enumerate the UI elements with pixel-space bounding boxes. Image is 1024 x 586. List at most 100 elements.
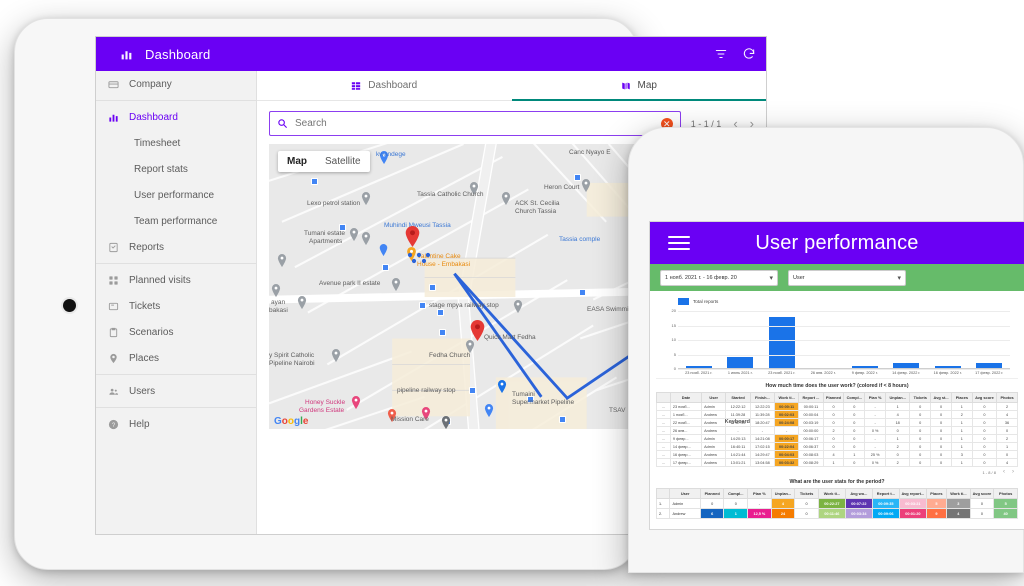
summary-table-header-cell[interactable]: Planned xyxy=(699,488,725,499)
summary-table-header-cell[interactable]: Plan % xyxy=(747,488,772,499)
map-poi-pin[interactable] xyxy=(379,244,388,256)
sidebar-item-team-performance[interactable]: Team performance xyxy=(96,208,256,234)
summary-table-header-cell[interactable]: Avg wo... xyxy=(844,488,873,499)
detail-table-header-cell[interactable]: Work ti... xyxy=(773,392,800,403)
detail-table-header-cell[interactable]: Avg score xyxy=(971,392,998,403)
summary-table-header-cell[interactable]: Unplan... xyxy=(770,488,796,499)
map-poi-pin[interactable] xyxy=(297,296,307,309)
table-row[interactable]: ... 22 нояб... Andrew 17:57:39 18:20:47 00:24… xyxy=(656,418,1018,427)
map-poi-pin[interactable] xyxy=(484,404,494,417)
sidebar-item-company[interactable]: Company xyxy=(96,71,256,97)
map-poi-pin[interactable] xyxy=(581,179,591,192)
detail-table-header-cell[interactable]: Avg st... xyxy=(930,392,952,403)
summary-table-header-cell[interactable]: User xyxy=(669,488,701,499)
table-row[interactable]: ... 9 февр... Admin 14:20:13 14:21:08 00:00:1… xyxy=(656,434,1018,443)
tab-dashboard[interactable]: Dashboard xyxy=(257,71,512,100)
detail-table-header-cell[interactable]: Tickets xyxy=(909,392,932,403)
map-poi-pin[interactable] xyxy=(331,349,341,362)
map-poi-pin[interactable] xyxy=(513,300,523,313)
detail-table-header-cell[interactable]: Photos xyxy=(996,392,1018,403)
detail-table-header-cell[interactable]: Compl... xyxy=(843,392,866,403)
map-transit-icon[interactable] xyxy=(419,302,426,309)
map-transit-icon[interactable] xyxy=(437,309,444,316)
summary-table-header-cell[interactable] xyxy=(655,488,671,499)
map-transit-icon[interactable] xyxy=(559,416,566,423)
map-transit-icon[interactable] xyxy=(429,284,436,291)
detail-table-header-cell[interactable]: User xyxy=(701,392,727,403)
search-box[interactable]: ✕ xyxy=(269,111,681,136)
sidebar-item-dashboard[interactable]: Dashboard xyxy=(96,104,256,130)
map-poi-pin[interactable] xyxy=(501,192,511,205)
table-cell: 00:07:22 xyxy=(844,498,873,509)
summary-table-header-cell[interactable]: Places xyxy=(925,488,948,499)
map-transit-icon[interactable] xyxy=(382,264,389,271)
detail-table-header-cell[interactable]: Unplan... xyxy=(885,392,911,403)
chevron-left-icon[interactable]: ‹ xyxy=(1003,469,1005,475)
sidebar-item-help[interactable]: ? Help xyxy=(96,411,256,437)
sidebar-item-timesheet[interactable]: Timesheet xyxy=(96,130,256,156)
detail-table-header-cell[interactable]: Report ... xyxy=(798,392,824,403)
table-row[interactable]: ... 17 февр... Andrew 13:01:21 13:04:58 00:03… xyxy=(656,458,1018,467)
summary-table-header-cell[interactable]: Compl... xyxy=(723,488,749,499)
detail-table-header-cell[interactable]: Started xyxy=(725,392,751,403)
detail-table-header-cell[interactable] xyxy=(656,392,671,403)
table-row[interactable]: 2. Andrew 6 1 12,5 % 24 0 00:11:46 00:03:34 00:09… xyxy=(655,508,1018,519)
map-transit-icon[interactable] xyxy=(469,387,476,394)
map-poi-pin[interactable] xyxy=(361,192,371,205)
detail-table-header-cell[interactable]: Plan % xyxy=(864,392,887,403)
table-row[interactable]: ... 16 февр... Andrew 14:21:44 14:29:47 00:04… xyxy=(656,450,1018,459)
table-row[interactable]: 1. Admin 0 0-4 0 00:22:27 00:07:22 00:09:35 00:0… xyxy=(655,498,1018,509)
tab-map[interactable]: Map xyxy=(511,71,767,101)
table-row[interactable]: ... 26 янв... Andrew - - -00:00:00 2 0 0 % 0 0 0 1 0 0 xyxy=(656,426,1018,435)
table-cell: 14:29:47 xyxy=(749,450,776,459)
map-type-satellite[interactable]: Satellite xyxy=(316,151,370,172)
sidebar-item-user-performance[interactable]: User performance xyxy=(96,182,256,208)
map-poi-pin[interactable] xyxy=(277,254,287,267)
map-type-map[interactable]: Map xyxy=(278,151,316,172)
chevron-right-icon[interactable]: › xyxy=(1012,469,1014,475)
sidebar-item-places[interactable]: Places xyxy=(96,345,256,371)
map-transit-icon[interactable] xyxy=(311,178,318,185)
summary-table-header-cell[interactable]: Work ti... xyxy=(817,488,846,499)
map-transit-icon[interactable] xyxy=(579,289,586,296)
sidebar-item-tickets[interactable]: Tickets xyxy=(96,293,256,319)
users-icon xyxy=(107,385,119,397)
map-poi-pin[interactable] xyxy=(351,396,361,409)
map-transit-icon[interactable] xyxy=(574,174,581,181)
table-row[interactable]: ... 14 февр... Admin 16:40:11 17:02:15 00:22:… xyxy=(656,442,1018,451)
map-poi-pin[interactable] xyxy=(441,416,451,429)
sidebar-item-report-stats[interactable]: Report stats xyxy=(96,156,256,182)
sidebar-item-reports[interactable]: Reports xyxy=(96,234,256,260)
map-poi-pin[interactable] xyxy=(271,284,281,297)
map-poi-pin[interactable] xyxy=(497,380,507,393)
summary-table-header-cell[interactable]: Report t... xyxy=(871,488,900,499)
tablet-home-button[interactable] xyxy=(63,299,76,312)
summary-table-header-cell[interactable]: Avg report... xyxy=(898,488,927,499)
map-transit-icon[interactable] xyxy=(439,329,446,336)
table-row[interactable]: ... 23 нояб... Admin 12:22:12 12:22:23 00:00:… xyxy=(656,402,1018,411)
map-marker-primary[interactable] xyxy=(405,226,420,247)
detail-table-header-cell[interactable]: Planned xyxy=(822,392,845,403)
filter-icon[interactable] xyxy=(714,47,728,61)
summary-table-header-cell[interactable]: Photos xyxy=(993,488,1018,499)
table-row[interactable]: ... 1 нояб... Andrew 11:39:28 11:39:28 00:02:… xyxy=(656,410,1018,419)
sidebar-item-planned-visits[interactable]: Planned visits xyxy=(96,267,256,293)
map-poi-pin[interactable] xyxy=(361,232,371,245)
summary-table-header-cell[interactable]: Work ti... xyxy=(946,488,971,499)
sidebar-item-scenarios[interactable]: Scenarios xyxy=(96,319,256,345)
sidebar-item-users[interactable]: Users xyxy=(96,378,256,404)
map-type-control[interactable]: Map Satellite xyxy=(278,151,370,172)
detail-table-header-cell[interactable]: Date xyxy=(669,392,703,403)
map-poi-pin[interactable] xyxy=(349,228,359,241)
summary-table-header-cell[interactable]: Tickets xyxy=(794,488,819,499)
summary-table-header-cell[interactable]: Avg score xyxy=(969,488,995,499)
detail-table-header-cell[interactable]: Places xyxy=(950,392,973,403)
table-cell: 40 xyxy=(993,508,1018,519)
map-poi-pin[interactable] xyxy=(391,278,401,291)
map-marker-primary[interactable] xyxy=(470,320,485,341)
user-filter-dropdown[interactable]: User ▾ xyxy=(788,269,906,286)
detail-table-header-cell[interactable]: Finish... xyxy=(749,392,776,403)
period-filter-dropdown[interactable]: 1 нояб. 2021 г. - 16 февр. 20 ▾ xyxy=(660,269,778,286)
search-input[interactable] xyxy=(295,118,654,129)
refresh-icon[interactable] xyxy=(742,47,756,61)
